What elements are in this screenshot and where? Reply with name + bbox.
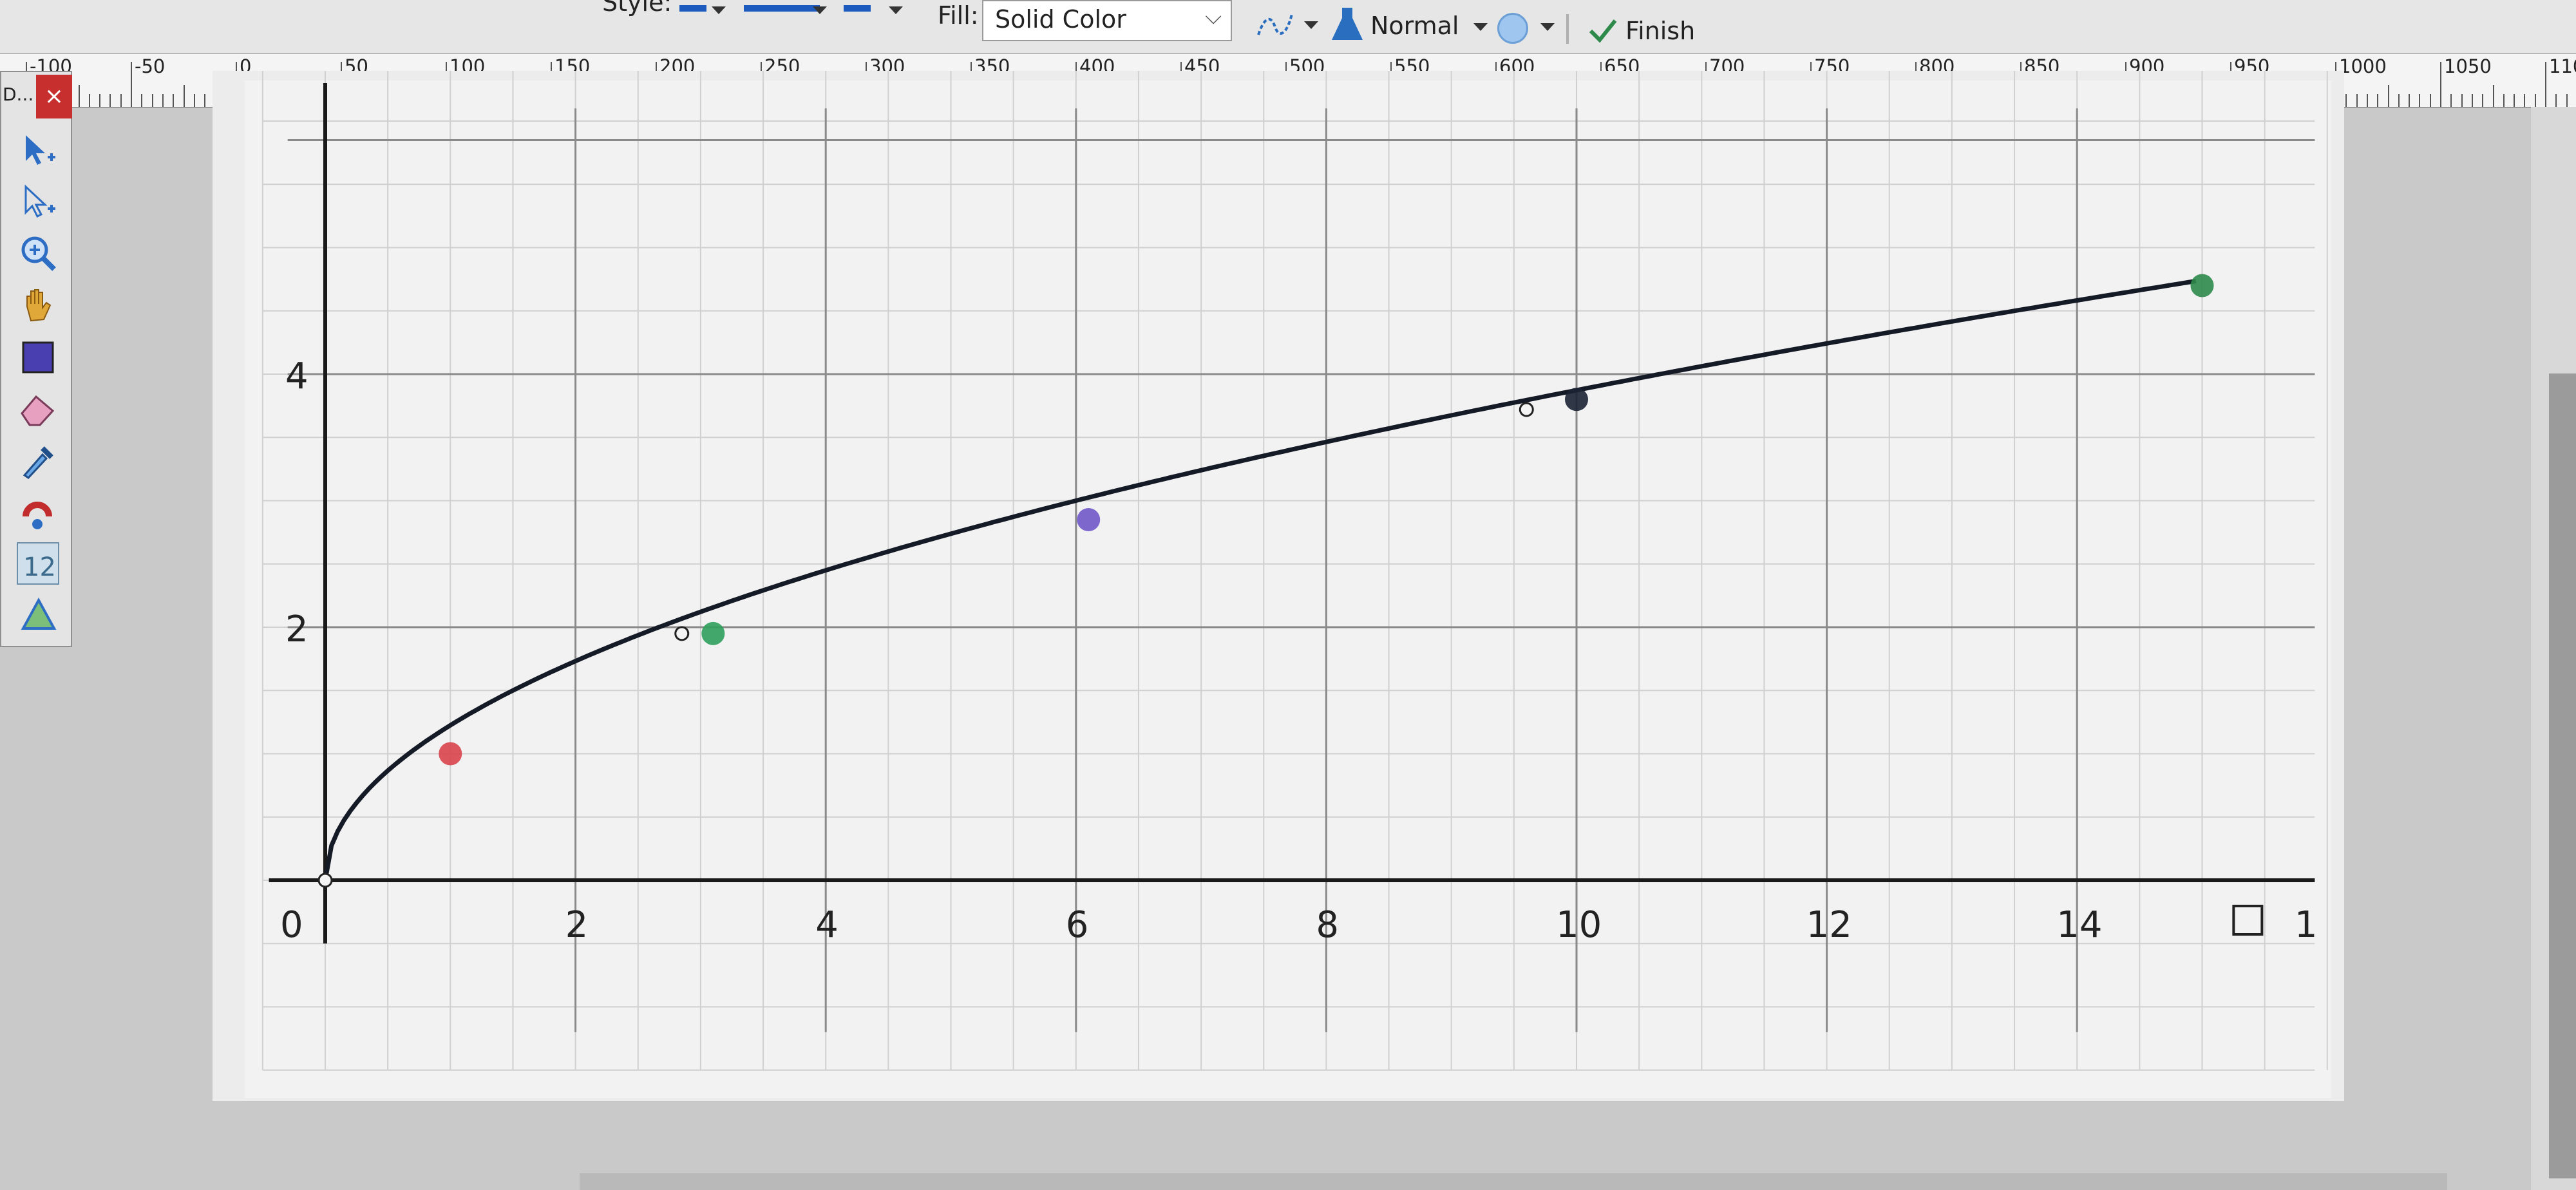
flask-icon [1329, 5, 1365, 44]
hollow-point [1519, 402, 1534, 417]
data-point [1565, 388, 1588, 411]
data-point [439, 742, 462, 766]
x-tick-label: 0 [280, 904, 303, 946]
line-width-sample[interactable] [744, 5, 820, 12]
data-point [1077, 507, 1101, 531]
ruler-tick [2503, 94, 2505, 107]
magnet-tool-icon[interactable] [17, 491, 59, 533]
eyedropper-tool-icon[interactable] [17, 439, 59, 482]
ruler-tick [2409, 94, 2410, 107]
y-tick-label: 2 [285, 609, 308, 650]
chevron-down-icon[interactable] [1473, 23, 1488, 31]
chevron-down-icon: ⌵ [1205, 4, 1222, 30]
chevron-down-icon[interactable] [1540, 23, 1555, 31]
tool-palette: D... × 12 [0, 71, 72, 647]
ruler-tick [2387, 85, 2389, 107]
drawing-canvas[interactable]: 0 2 4 6 8 10 12 14 1 4 2 [213, 71, 2344, 1101]
ruler-tick [183, 85, 185, 107]
close-button[interactable]: × [36, 75, 72, 118]
ruler-tick [2566, 94, 2568, 107]
vertical-scroll-thumb[interactable] [2549, 373, 2576, 1178]
ruler-tick [2471, 94, 2473, 107]
ruler-tick [173, 94, 175, 107]
ruler-label: 1050 [2444, 55, 2492, 77]
checkmark-icon[interactable] [1588, 15, 1618, 45]
style-label: Style: [602, 0, 672, 17]
ruler-tick [88, 94, 90, 107]
ruler-label: 1000 [2339, 55, 2387, 77]
ruler-tick [131, 62, 132, 107]
x-tick-label: 12 [1806, 904, 1852, 946]
ruler-tick [2450, 94, 2452, 107]
chevron-down-icon[interactable] [813, 6, 827, 14]
color-swatch-icon[interactable] [17, 336, 59, 379]
ruler-tick [2366, 94, 2368, 107]
y-tick-label: 4 [285, 355, 308, 397]
x-tick-label: 10 [1556, 904, 1602, 946]
hollow-point [674, 626, 690, 641]
ruler-tick [193, 94, 195, 107]
toolbar-divider [1566, 14, 1569, 44]
ruler-tick [99, 94, 101, 107]
ruler-tick [2440, 62, 2441, 107]
ruler-tick [204, 94, 206, 107]
shape-color-icon[interactable] [1497, 13, 1528, 44]
hand-tool-icon[interactable] [17, 285, 59, 327]
ruler-tick [2482, 94, 2484, 107]
direct-select-tool-icon[interactable] [17, 180, 59, 223]
fill-label: Fill: [938, 1, 979, 30]
triangle-tool-icon[interactable] [17, 594, 59, 636]
ruler-label: 1100 [2549, 55, 2576, 77]
data-point [701, 621, 725, 645]
number-tool-icon[interactable]: 12 [17, 542, 59, 585]
ruler-tick [151, 94, 153, 107]
ruler-tick [2514, 94, 2515, 107]
svg-text:12: 12 [23, 552, 56, 582]
finish-button[interactable]: Finish [1625, 17, 1695, 45]
x-tick-label: 2 [565, 904, 589, 946]
chevron-down-icon[interactable] [1304, 21, 1318, 29]
ruler-tick [2429, 94, 2431, 107]
ruler-tick [2345, 94, 2347, 107]
x-tick-label: 6 [1066, 904, 1089, 946]
ruler-tick [2356, 94, 2358, 107]
top-toolbar: Style: Fill: Solid Color ⌵ Normal Finish [0, 0, 2576, 54]
ruler-tick [2534, 94, 2536, 107]
ruler-tick [2545, 62, 2546, 107]
blend-mode-value[interactable]: Normal [1370, 12, 1459, 40]
palette-title: D... [3, 84, 34, 105]
x-tick-label: 1 [2295, 904, 2318, 946]
select-tool-icon[interactable] [17, 129, 59, 171]
graph-paper [245, 80, 2331, 1098]
x-tick-label: 4 [815, 904, 838, 946]
x-tick-label: 14 [2056, 904, 2102, 946]
ruler-tick [2419, 94, 2421, 107]
ruler-tick [109, 94, 111, 107]
x-tick-label: 8 [1316, 904, 1339, 946]
ruler-tick [2461, 94, 2463, 107]
ruler-tick [2555, 94, 2557, 107]
ruler-tick [120, 94, 122, 107]
function-graph[interactable]: 0 2 4 6 8 10 12 14 142 [213, 71, 2344, 1101]
fill-select-value: Solid Color [995, 5, 1126, 33]
ruler-label: -50 [135, 55, 166, 77]
chevron-down-icon[interactable] [712, 6, 726, 14]
ruler-tick [162, 94, 164, 107]
chevron-down-icon[interactable] [889, 6, 903, 14]
ruler-tick [78, 85, 80, 107]
fill-select[interactable]: Solid Color ⌵ [982, 0, 1232, 41]
line-style-sample[interactable] [679, 5, 706, 12]
ruler-tick [2524, 94, 2526, 107]
zoom-tool-icon[interactable] [17, 232, 59, 274]
ruler-tick [2377, 94, 2379, 107]
horizontal-scrollbar[interactable] [580, 1173, 2447, 1190]
ruler-tick [2398, 94, 2400, 107]
ruler-tick [141, 94, 143, 107]
arrow-style-sample[interactable] [844, 5, 871, 12]
data-point [2190, 274, 2214, 298]
hollow-point [317, 873, 333, 888]
eraser-tool-icon[interactable] [17, 388, 59, 430]
curve-tool-icon[interactable] [1256, 9, 1294, 41]
ruler-tick [2492, 85, 2494, 107]
